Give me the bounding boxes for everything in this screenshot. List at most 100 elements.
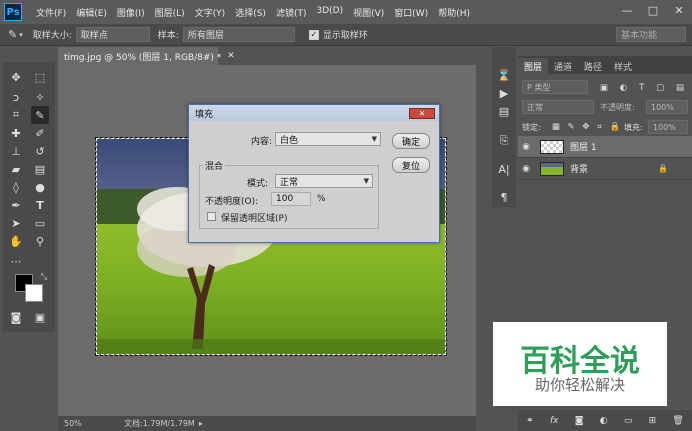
layer-thumbnail: [540, 161, 564, 176]
crop-tool-icon[interactable]: ⌗: [7, 106, 25, 124]
eraser-tool-icon[interactable]: ▰: [7, 160, 25, 178]
sample-select[interactable]: 所有图层: [182, 27, 295, 42]
smart-object-filter-icon[interactable]: ▤: [676, 83, 684, 93]
shape-filter-icon[interactable]: ▢: [656, 83, 664, 93]
menu-view[interactable]: 视图(V): [353, 6, 384, 19]
dialog-titlebar[interactable]: 填充: [189, 105, 439, 121]
layer-row-background[interactable]: ◉ 背景 🔒: [518, 158, 692, 180]
menu-help[interactable]: 帮助(H): [438, 6, 470, 19]
visibility-eye-icon[interactable]: ◉: [518, 164, 534, 174]
lock-artboard-icon[interactable]: ⌗: [597, 122, 602, 132]
layer-opacity-input[interactable]: 100%: [646, 100, 688, 114]
layer-filter-icons: ▣ ◐ T ▢ ▤: [594, 79, 690, 97]
tab-paths[interactable]: 路径: [578, 58, 608, 74]
visibility-eye-icon[interactable]: ◉: [518, 142, 534, 152]
history-panel-icon[interactable]: ⌛: [496, 67, 512, 83]
content-label: 内容:: [251, 137, 273, 147]
menu-window[interactable]: 窗口(W): [394, 6, 428, 19]
history-brush-tool-icon[interactable]: ↺: [31, 142, 49, 160]
menu-edit[interactable]: 编辑(E): [76, 6, 107, 19]
layer-style-icon[interactable]: fx: [550, 416, 559, 426]
lasso-tool-icon[interactable]: ↄ: [7, 88, 25, 106]
reset-button[interactable]: 复位: [392, 157, 430, 173]
screen-mode-icon[interactable]: ▣: [31, 308, 49, 326]
menu-file[interactable]: 文件(F): [36, 6, 66, 19]
eyedropper-tool-icon[interactable]: ✎: [8, 28, 17, 41]
dialog-close-button[interactable]: ✕: [409, 108, 435, 119]
eyedropper-tool-icon[interactable]: ✎: [31, 106, 49, 124]
brush-panel-icon[interactable]: ⎘: [496, 133, 512, 149]
tool-preset-chevron-icon[interactable]: ▾: [19, 31, 23, 39]
shape-tool-icon[interactable]: ▭: [31, 214, 49, 232]
clone-stamp-tool-icon[interactable]: ⊥: [7, 142, 25, 160]
actions-panel-icon[interactable]: ▶: [496, 85, 512, 101]
character-panel-icon[interactable]: A|: [496, 161, 512, 177]
pen-tool-icon[interactable]: ✒: [7, 196, 25, 214]
type-filter-icon[interactable]: T: [639, 83, 644, 93]
zoom-tool-icon[interactable]: ⚲: [31, 232, 49, 250]
healing-brush-tool-icon[interactable]: ✚: [7, 124, 25, 142]
tab-styles[interactable]: 样式: [608, 58, 638, 74]
layer-row-layer1[interactable]: ◉ 图层 1: [518, 136, 692, 158]
lock-transparent-icon[interactable]: ▦: [552, 122, 560, 132]
layer-opacity-label: 不透明度:: [600, 103, 635, 112]
brush-tool-icon[interactable]: ✐: [31, 124, 49, 142]
lock-position-icon[interactable]: ✥: [582, 122, 589, 132]
menu-layer[interactable]: 图层(L): [155, 6, 185, 19]
opacity-input[interactable]: 100: [271, 192, 311, 206]
document-tab[interactable]: timg.jpg @ 50% (图层 1, RGB/8#) * ✕: [58, 47, 235, 65]
magic-wand-tool-icon[interactable]: ✧: [31, 88, 49, 106]
status-arrow-icon[interactable]: ▸: [199, 419, 203, 428]
tab-layers[interactable]: 图层: [518, 58, 549, 74]
path-selection-tool-icon[interactable]: ➤: [7, 214, 25, 232]
blend-mode-select[interactable]: 正常: [522, 100, 594, 114]
mode-select[interactable]: 正常 ▼: [275, 174, 373, 188]
properties-panel-icon[interactable]: ▤: [496, 103, 512, 119]
close-document-icon[interactable]: ✕: [227, 51, 235, 61]
new-layer-icon[interactable]: ⊞: [649, 416, 657, 426]
zoom-level[interactable]: 50%: [64, 419, 104, 428]
watermark-logo: 百科全说 助你轻松解决: [493, 322, 667, 406]
menu-select[interactable]: 选择(S): [235, 6, 266, 19]
swap-colors-icon[interactable]: ⤡: [35, 268, 53, 286]
more-tools-icon[interactable]: ⋯: [7, 252, 25, 270]
delete-layer-icon[interactable]: 🗑: [672, 416, 683, 426]
link-layers-icon[interactable]: ⚭: [526, 416, 534, 426]
adjustment-layer-icon[interactable]: ◐: [600, 416, 608, 426]
fill-input[interactable]: 100%: [648, 120, 688, 134]
quick-mask-icon[interactable]: ◙: [7, 308, 25, 326]
menu-filter[interactable]: 滤镜(T): [276, 6, 307, 19]
close-window-button[interactable]: ✕: [666, 0, 692, 20]
adjustment-filter-icon[interactable]: ◐: [620, 83, 627, 93]
dodge-tool-icon[interactable]: ●: [31, 178, 49, 196]
marquee-tool-icon[interactable]: ⬚: [31, 68, 49, 86]
add-mask-icon[interactable]: ◙: [575, 416, 584, 426]
new-group-icon[interactable]: ▭: [624, 416, 633, 426]
menu-type[interactable]: 文字(Y): [195, 6, 226, 19]
content-select[interactable]: 白色 ▼: [275, 132, 381, 146]
minimize-button[interactable]: —: [614, 0, 640, 20]
gradient-tool-icon[interactable]: ▤: [31, 160, 49, 178]
show-ring-checkbox[interactable]: ✓: [308, 29, 319, 40]
workspace-select[interactable]: 基本功能: [616, 27, 686, 42]
photoshop-logo[interactable]: Ps: [4, 3, 22, 21]
menu-3d[interactable]: 3D(D): [316, 6, 343, 19]
lock-all-icon[interactable]: 🔒: [610, 122, 621, 132]
blend-group-label: 混合: [203, 159, 226, 172]
blur-tool-icon[interactable]: ◊: [7, 178, 25, 196]
layer-kind-filter[interactable]: P 类型: [522, 80, 588, 94]
tab-channels[interactable]: 通道: [548, 58, 578, 74]
background-color-swatch[interactable]: [25, 284, 43, 302]
maximize-button[interactable]: □: [640, 0, 666, 20]
hand-tool-icon[interactable]: ✋: [7, 232, 25, 250]
move-tool-icon[interactable]: ✥: [7, 68, 25, 86]
type-tool-icon[interactable]: T: [31, 196, 49, 214]
ok-button[interactable]: 确定: [392, 133, 430, 149]
sample-size-select[interactable]: 取样点: [75, 27, 150, 42]
menu-bar: Ps 文件(F) 编辑(E) 图像(I) 图层(L) 文字(Y) 选择(S) 滤…: [0, 0, 692, 24]
pixel-filter-icon[interactable]: ▣: [600, 83, 608, 93]
lock-pixels-icon[interactable]: ✎: [568, 122, 575, 132]
preserve-transparency-checkbox[interactable]: [207, 212, 216, 221]
paragraph-panel-icon[interactable]: ¶: [496, 189, 512, 205]
menu-image[interactable]: 图像(I): [117, 6, 145, 19]
